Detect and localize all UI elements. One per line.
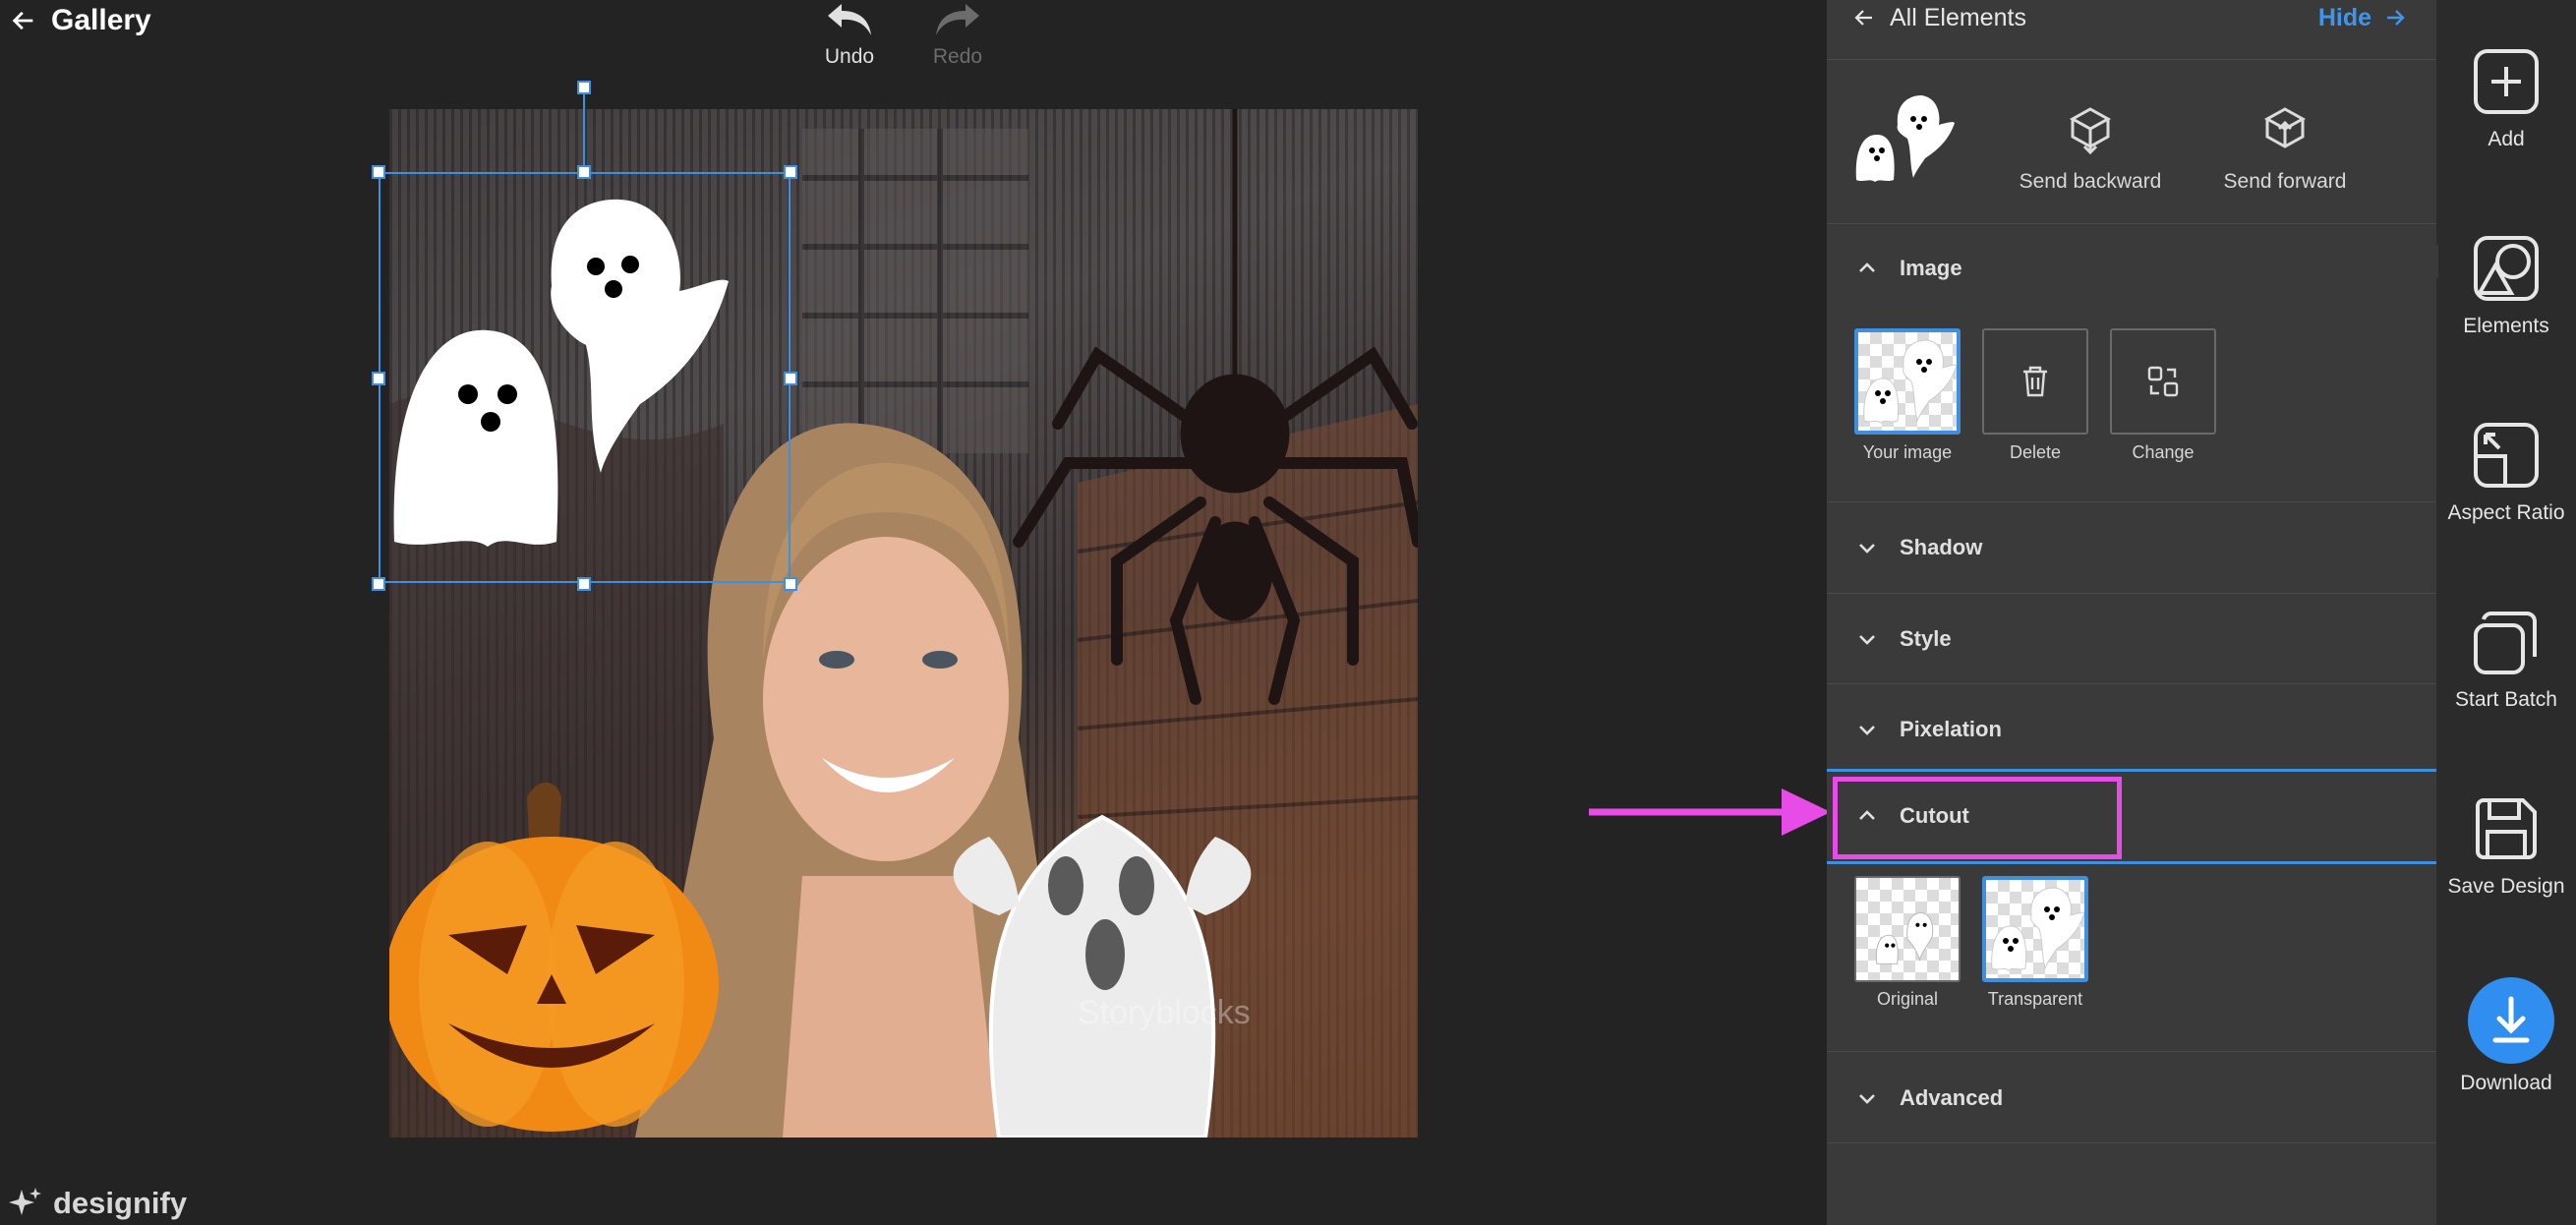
trash-icon bbox=[2023, 366, 2047, 397]
hide-label: Hide bbox=[2317, 3, 2371, 31]
advanced-section-toggle[interactable]: Advanced bbox=[1856, 1085, 2003, 1111]
cutout-original-label: Original bbox=[1876, 989, 1939, 1009]
pixelation-section: Pixelation bbox=[1827, 684, 2436, 772]
cutout-original-tile[interactable] bbox=[1854, 876, 1961, 982]
rotation-line bbox=[583, 94, 585, 173]
annotation-arrow-cutout bbox=[1589, 788, 1831, 836]
original-thumbnail bbox=[1875, 911, 1934, 964]
send-backward-label: Send backward bbox=[2019, 170, 2162, 193]
cutout-options: Original Transparent bbox=[1827, 864, 2436, 1052]
redo-icon bbox=[936, 4, 979, 35]
swap-image-icon bbox=[2147, 366, 2179, 397]
side-toolbar: Add Elements Aspect Ratio Start Batch Sa… bbox=[2419, 0, 2576, 1225]
aspect-ratio-tool[interactable]: Aspect Ratio bbox=[2436, 419, 2576, 525]
pixelation-section-title: Pixelation bbox=[1900, 717, 2002, 741]
sparkle-icon bbox=[9, 1188, 41, 1215]
cutout-highlight-annotation bbox=[1833, 777, 2122, 859]
arrow-right-icon bbox=[2387, 10, 2405, 26]
download-button[interactable] bbox=[2468, 977, 2554, 1064]
stack-icon bbox=[2474, 612, 2537, 674]
chevron-down-icon bbox=[1859, 726, 1875, 735]
send-forward-label: Send forward bbox=[2223, 170, 2347, 193]
resize-handle-top[interactable] bbox=[577, 165, 591, 179]
arrow-left-icon bbox=[12, 11, 33, 30]
advanced-section-title: Advanced bbox=[1900, 1085, 2004, 1110]
shapes-icon bbox=[2474, 236, 2539, 301]
your-image-label: Your image bbox=[1862, 442, 1953, 462]
save-design-label: Save Design bbox=[2447, 875, 2565, 898]
style-section-toggle[interactable]: Style bbox=[1856, 626, 1952, 652]
all-elements-button[interactable]: All Elements bbox=[1852, 0, 2026, 35]
cutout-transparent-label: Transparent bbox=[1987, 989, 2083, 1009]
add-tool[interactable]: Add bbox=[2436, 45, 2576, 151]
send-backward-button[interactable]: Send backward bbox=[1992, 103, 2189, 194]
back-to-gallery-button[interactable]: Gallery bbox=[10, 0, 151, 41]
undo-icon bbox=[828, 4, 871, 35]
floppy-disk-icon bbox=[2476, 798, 2537, 859]
aspect-ratio-label: Aspect Ratio bbox=[2447, 501, 2565, 524]
shadow-section: Shadow bbox=[1827, 502, 2436, 594]
active-pointer bbox=[2419, 244, 2438, 279]
resize-handle-top-right[interactable] bbox=[784, 165, 797, 179]
selected-element-thumbnail bbox=[1855, 95, 1955, 182]
style-section-title: Style bbox=[1900, 626, 1952, 651]
change-image-button[interactable] bbox=[2110, 328, 2216, 435]
elements-tool[interactable]: Elements bbox=[2436, 232, 2576, 338]
image-section: Image Your image Delete Change bbox=[1827, 224, 2436, 502]
watermark-text: Storyblocks bbox=[1078, 994, 1251, 1031]
redo-button[interactable]: Redo bbox=[899, 0, 1017, 69]
chevron-down-icon bbox=[1859, 1094, 1875, 1104]
delete-label: Delete bbox=[2009, 442, 2062, 462]
undo-label: Undo bbox=[824, 45, 875, 68]
all-elements-label: All Elements bbox=[1890, 3, 2026, 31]
resize-handle-left[interactable] bbox=[372, 372, 385, 385]
add-label: Add bbox=[2488, 128, 2525, 150]
layer-order-row: Send backward Send forward bbox=[1827, 60, 2436, 224]
change-label: Change bbox=[2132, 442, 2195, 462]
send-forward-icon bbox=[2263, 107, 2307, 148]
your-image-tile[interactable] bbox=[1854, 328, 1961, 435]
save-design-tool[interactable]: Save Design bbox=[2436, 792, 2576, 899]
download-label: Download bbox=[2460, 1072, 2552, 1094]
download-icon bbox=[2492, 996, 2530, 1043]
start-batch-tool[interactable]: Start Batch bbox=[2436, 606, 2576, 712]
chevron-down-icon bbox=[1859, 635, 1875, 645]
send-forward-button[interactable]: Send forward bbox=[2187, 103, 2383, 194]
cutout-transparent-tile[interactable] bbox=[1982, 876, 2088, 982]
pixelation-section-toggle[interactable]: Pixelation bbox=[1856, 717, 2002, 742]
resize-handle-bottom-left[interactable] bbox=[372, 577, 385, 591]
big-ghost-sticker bbox=[953, 814, 1252, 1138]
logo-text: designify bbox=[53, 1186, 188, 1220]
arrow-left-icon bbox=[1854, 10, 1872, 26]
designify-logo: designify bbox=[8, 1186, 187, 1221]
hide-panel-button[interactable]: Hide bbox=[2318, 0, 2407, 35]
ghosts-thumbnail bbox=[1863, 339, 1958, 424]
delete-image-button[interactable] bbox=[1982, 328, 2088, 435]
aspect-ratio-icon bbox=[2474, 423, 2539, 488]
panel-header: All Elements Hide bbox=[1827, 0, 2436, 60]
chevron-up-icon bbox=[1859, 262, 1875, 272]
style-section: Style bbox=[1827, 594, 2436, 684]
elements-panel: All Elements Hide Send backward Send for… bbox=[1827, 0, 2436, 1225]
shadow-section-title: Shadow bbox=[1900, 535, 1983, 559]
elements-label: Elements bbox=[2463, 315, 2549, 337]
undo-button[interactable]: Undo bbox=[790, 0, 908, 69]
resize-handle-right[interactable] bbox=[784, 372, 797, 385]
resize-handle-bottom-right[interactable] bbox=[784, 577, 797, 591]
back-label: Gallery bbox=[51, 4, 151, 36]
start-batch-label: Start Batch bbox=[2455, 688, 2557, 711]
resize-handle-bottom[interactable] bbox=[577, 577, 591, 591]
selection-box[interactable] bbox=[379, 172, 790, 583]
transparent-thumbnail bbox=[1991, 887, 2085, 971]
resize-handle-top-left[interactable] bbox=[372, 165, 385, 179]
image-section-title: Image bbox=[1900, 256, 1962, 280]
advanced-section: Advanced bbox=[1827, 1052, 2436, 1143]
shadow-section-toggle[interactable]: Shadow bbox=[1856, 535, 1982, 560]
rotate-handle[interactable] bbox=[577, 81, 591, 94]
send-backward-icon bbox=[2069, 107, 2112, 155]
image-section-toggle[interactable]: Image bbox=[1856, 256, 1962, 281]
chevron-down-icon bbox=[1859, 544, 1875, 554]
redo-label: Redo bbox=[932, 45, 983, 68]
plus-square-icon bbox=[2474, 49, 2539, 114]
